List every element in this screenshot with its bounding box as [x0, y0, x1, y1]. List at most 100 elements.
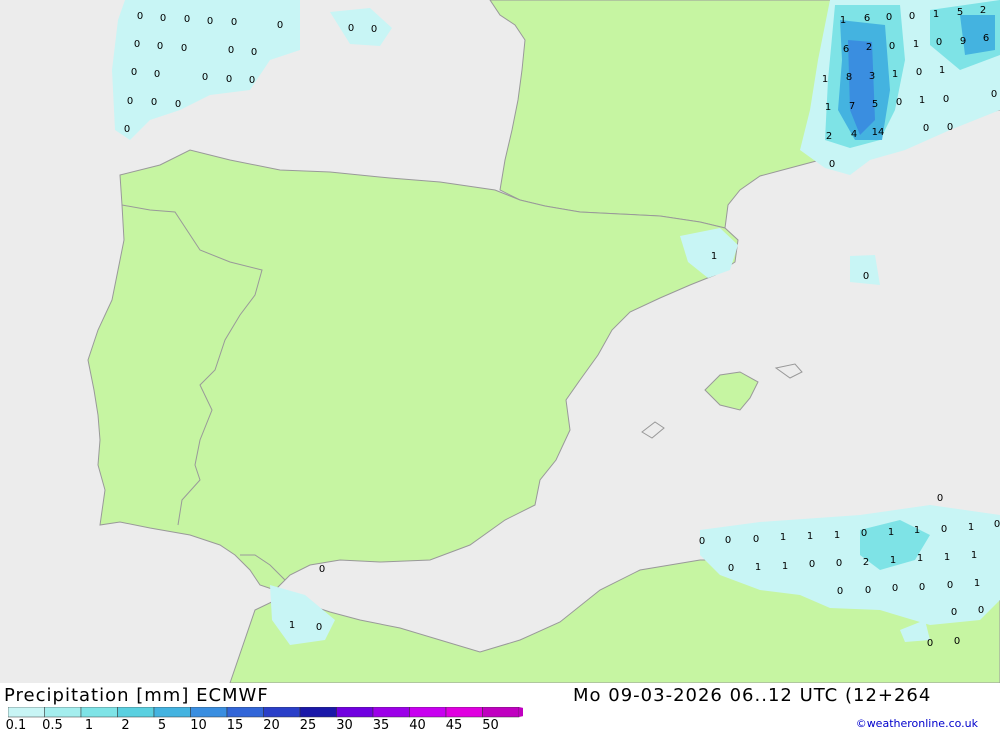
precip-value-label: 0	[137, 11, 143, 22]
legend-tick-label: 0.5	[42, 718, 63, 733]
precip-value-label: 0	[923, 123, 929, 134]
precip-value-label: 0	[131, 67, 137, 78]
precip-value-label: 0	[184, 14, 190, 25]
map-title: Precipitation [mm] ECMWF	[4, 685, 269, 706]
precip-value-label: 1	[834, 530, 840, 541]
precip-value-label: 1	[888, 527, 894, 538]
precip-value-label: 1	[974, 578, 980, 589]
precip-value-label: 1	[971, 550, 977, 561]
precip-value-label: 1	[890, 555, 896, 566]
legend-tick-label: 20	[263, 718, 280, 733]
precip-value-label: 0	[226, 74, 232, 85]
legend-swatch	[8, 707, 45, 718]
precip-value-label: 0	[937, 493, 943, 504]
precip-value-label: 0	[829, 159, 835, 170]
precip-value-label: 0	[954, 636, 960, 647]
legend-swatch	[80, 707, 118, 718]
legend-swatch	[153, 707, 191, 718]
precip-value-label: 1	[914, 525, 920, 536]
precip-value-label: 0	[316, 622, 322, 633]
precip-value-label: 0	[941, 524, 947, 535]
precip-value-label: 0	[889, 41, 895, 52]
precip-value-label: 2	[826, 131, 832, 142]
precip-value-label: 2	[863, 557, 869, 568]
precip-value-label: 6	[864, 13, 870, 24]
legend-swatch	[117, 707, 155, 718]
precip-value-label: 4	[851, 129, 857, 140]
precip-value-label: 0	[319, 564, 325, 575]
precip-value-label: 0	[151, 97, 157, 108]
precip-value-label: 0	[134, 39, 140, 50]
precip-value-label: 0	[861, 528, 867, 539]
precip-value-label: 1	[782, 561, 788, 572]
precip-value-label: 0	[943, 94, 949, 105]
precip-value-label: 7	[849, 101, 855, 112]
footer: Precipitation [mm] ECMWF Mo 09-03-2026 0…	[0, 683, 1000, 733]
precip-value-label: 0	[916, 67, 922, 78]
precip-value-label: 0	[127, 96, 133, 107]
precip-value-label: 2	[980, 5, 986, 16]
precip-value-label: 0	[978, 605, 984, 616]
legend-tick-label: 1	[84, 718, 94, 733]
precip-value-label: 0	[251, 47, 257, 58]
precip-value-label: 0	[991, 89, 997, 100]
legend-swatch	[409, 707, 447, 718]
precip-value-label: 0	[896, 97, 902, 108]
legend-swatch	[44, 707, 82, 718]
precip-value-label: 0	[175, 99, 181, 110]
precip-value-label: 0	[202, 72, 208, 83]
precip-value-label: 1	[840, 15, 846, 26]
precip-value-label: 0	[951, 607, 957, 618]
precip-value-label: 0	[865, 585, 871, 596]
precip-value-label: 0	[249, 75, 255, 86]
legend-swatch	[226, 707, 264, 718]
legend-tick-label: 50	[482, 718, 499, 733]
legend-swatch	[190, 707, 228, 718]
legend-tick-label: 45	[445, 718, 463, 733]
precip-value-label: 5	[957, 7, 963, 18]
precip-value-label: 1	[944, 552, 950, 563]
precip-value-label: 0	[728, 563, 734, 574]
precip-value-label: 14	[872, 127, 885, 138]
precip-value-label: 0	[936, 37, 942, 48]
precip-value-label: 1	[968, 522, 974, 533]
precip-value-label: 1	[289, 620, 295, 631]
precip-value-label: 1	[825, 102, 831, 113]
precip-value-label: 0	[909, 11, 915, 22]
credit-link[interactable]: ©weatheronline.co.uk	[856, 717, 978, 730]
precip-value-label: 0	[892, 583, 898, 594]
precip-value-label: 0	[994, 519, 1000, 530]
precip-value-label: 0	[157, 41, 163, 52]
precip-value-label: 0	[228, 45, 234, 56]
precip-value-label: 0	[699, 536, 705, 547]
legend-tick-label: 0.1	[5, 718, 27, 733]
precip-value-label: 1	[917, 553, 923, 564]
precip-value-label: 6	[843, 44, 849, 55]
precip-value-label: 0	[886, 12, 892, 23]
precipitation-map: 0 0 0 0 0 0 0 0 0 0 0 0 0 0 0 0 0 0 0 0 0 0 1 6 0 0 1 5 2 6 2 0 1 0 9 6 1 8 3 1…	[0, 0, 1000, 683]
precip-value-label: 6	[983, 33, 989, 44]
precip-value-label: 0	[371, 24, 377, 35]
precip-value-label: 0	[231, 17, 237, 28]
precip-value-label: 9	[960, 36, 966, 47]
legend-tick-label: 10	[190, 718, 207, 733]
precip-value-label: 0	[947, 580, 953, 591]
precip-value-label: 0	[927, 638, 933, 649]
precip-value-label: 0	[181, 43, 187, 54]
map-date-label: Mo 09-03-2026 06..12 UTC (12+264	[573, 685, 932, 706]
precip-value-label: 8	[846, 72, 852, 83]
precip-value-label: 1	[780, 532, 786, 543]
precip-value-label: 0	[348, 23, 354, 34]
precip-value-label: 0	[154, 69, 160, 80]
legend-swatch	[299, 707, 337, 718]
precip-value-label: 1	[913, 39, 919, 50]
legend-swatch	[263, 707, 301, 718]
precip-value-label: 1	[711, 251, 717, 262]
legend-tick-label: 30	[336, 718, 353, 733]
precip-value-label: 1	[933, 9, 939, 20]
legend-tick-label: 2	[121, 718, 130, 733]
legend-swatch	[445, 707, 483, 718]
precip-value-label: 1	[919, 95, 925, 106]
precip-value-label: 2	[866, 42, 872, 53]
legend-tick-label: 25	[299, 718, 317, 733]
